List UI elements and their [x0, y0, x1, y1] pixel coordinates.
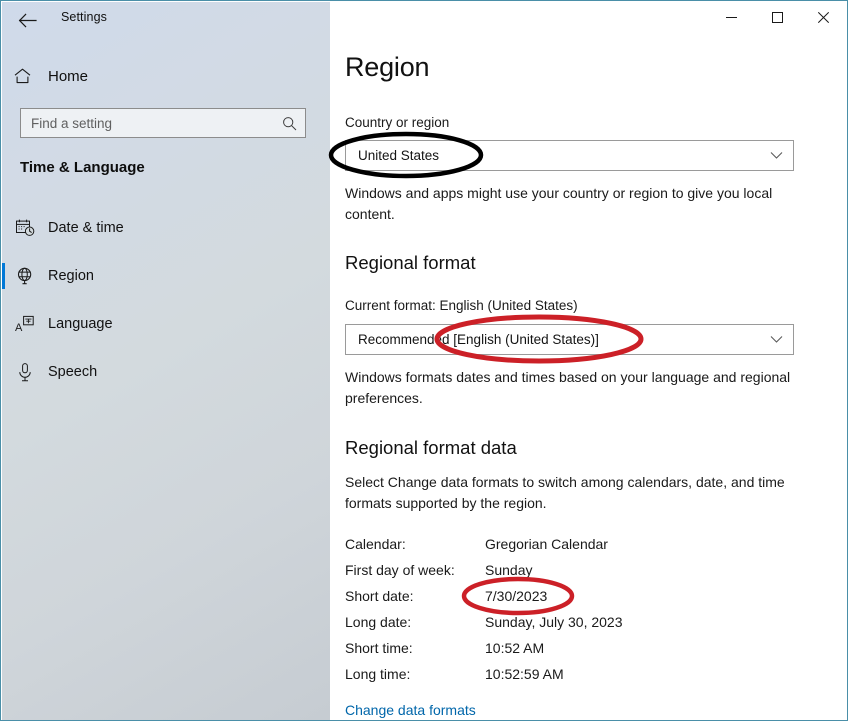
sidebar-item-speech[interactable]: Speech: [2, 351, 330, 393]
window-title: Settings: [61, 10, 107, 24]
data-row-first-day-of-week: First day of week: Sunday: [345, 562, 815, 588]
sidebar-item-region[interactable]: Region: [2, 255, 330, 297]
regional-format-data-description: Select Change data formats to switch amo…: [345, 474, 785, 511]
regional-format-dropdown[interactable]: Recommended [English (United States)]: [345, 324, 794, 355]
data-row-value: Sunday: [485, 562, 533, 578]
data-row-long-time: Long time: 10:52:59 AM: [345, 666, 815, 692]
selection-indicator: [2, 263, 5, 289]
sidebar-item-home[interactable]: Home: [2, 60, 330, 92]
main-content: Region Country or region United States W…: [330, 2, 847, 720]
data-row-value: 10:52:59 AM: [485, 666, 564, 682]
data-row-long-date: Long date: Sunday, July 30, 2023: [345, 614, 815, 640]
current-format-label: Current format: English (United States): [345, 298, 578, 313]
title-bar: Settings: [1, 1, 847, 39]
maximize-button[interactable]: [754, 1, 800, 33]
country-or-region-dropdown[interactable]: United States: [345, 140, 794, 171]
svg-text:A: A: [15, 322, 23, 334]
data-row-label: Short time:: [345, 640, 413, 656]
search-input[interactable]: Find a setting: [20, 108, 306, 138]
change-data-formats-link[interactable]: Change data formats: [345, 702, 476, 718]
calendar-clock-icon: [2, 219, 48, 237]
regional-format-description: Windows formats dates and times based on…: [345, 369, 791, 406]
sidebar-item-label: Date & time: [48, 220, 124, 236]
data-row-label: Short date:: [345, 588, 414, 604]
sidebar-item-label: Language: [48, 316, 113, 332]
selection-indicator: [2, 215, 5, 241]
page-title: Region: [345, 52, 430, 82]
sidebar-item-language[interactable]: A Language: [2, 303, 330, 345]
regional-format-heading: Regional format: [345, 252, 476, 273]
sidebar-home-label: Home: [48, 67, 89, 85]
globe-icon: [2, 267, 48, 285]
microphone-icon: [2, 362, 48, 382]
search-input-text: Find a setting: [31, 115, 113, 131]
selection-indicator: [2, 359, 5, 385]
settings-window: Settings Home Find a setting Time & Lang…: [0, 0, 848, 721]
sidebar: Home Find a setting Time & Language Date…: [2, 2, 330, 720]
data-row-value: 10:52 AM: [485, 640, 545, 656]
data-row-label: Long date:: [345, 614, 412, 630]
regional-format-value: Recommended [English (United States)]: [358, 332, 599, 347]
home-icon: [2, 68, 42, 84]
data-row-value: Gregorian Calendar: [485, 536, 608, 552]
search-icon: [282, 116, 297, 131]
country-or-region-label: Country or region: [345, 115, 450, 130]
back-button[interactable]: [9, 5, 45, 35]
sidebar-item-label: Speech: [48, 364, 98, 380]
country-or-region-value: United States: [358, 148, 440, 163]
regional-format-data-heading: Regional format data: [345, 437, 517, 458]
data-row-short-time: Short time: 10:52 AM: [345, 640, 815, 666]
data-row-label: First day of week:: [345, 562, 455, 578]
sidebar-section-title: Time & Language: [20, 159, 145, 176]
data-row-value: Sunday, July 30, 2023: [485, 614, 623, 630]
close-button[interactable]: [800, 1, 846, 33]
chevron-down-icon: [759, 335, 793, 344]
minimize-button[interactable]: [708, 1, 754, 33]
data-row-label: Long time:: [345, 666, 411, 682]
data-row-label: Calendar:: [345, 536, 406, 552]
sidebar-item-date-time[interactable]: Date & time: [2, 207, 330, 249]
language-icon: A: [2, 315, 48, 334]
sidebar-item-label: Region: [48, 268, 94, 284]
country-description: Windows and apps might use your country …: [345, 185, 773, 222]
selection-indicator: [2, 311, 5, 337]
data-row-calendar: Calendar: Gregorian Calendar: [345, 536, 815, 562]
chevron-down-icon: [759, 151, 793, 160]
data-row-value: 7/30/2023: [485, 588, 548, 604]
data-row-short-date: Short date: 7/30/2023: [345, 588, 815, 614]
